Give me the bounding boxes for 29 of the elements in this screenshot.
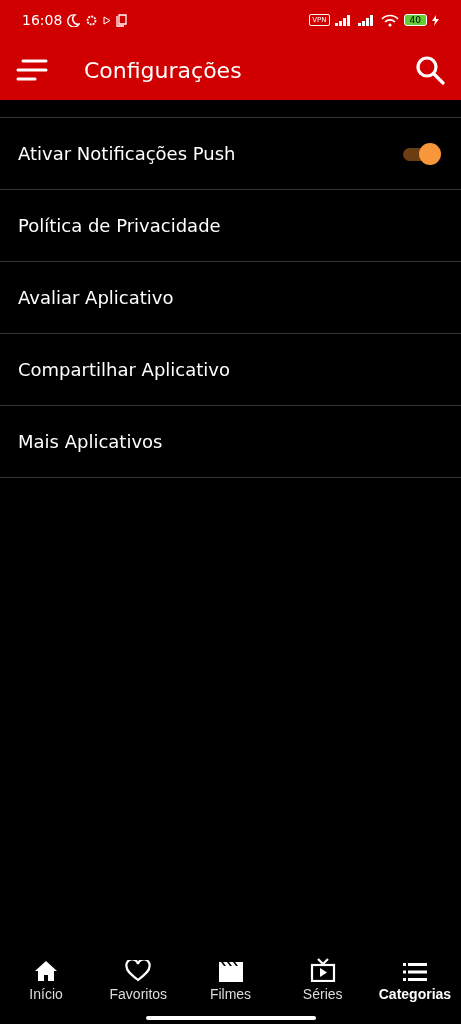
charging-icon — [432, 14, 439, 26]
gear-icon — [85, 13, 99, 27]
wifi-icon — [380, 13, 399, 27]
moon-icon — [67, 13, 81, 27]
nav-tab[interactable]: Filmes — [184, 944, 277, 1002]
nav-tab[interactable]: Início — [0, 944, 93, 1002]
heart-icon — [125, 960, 152, 982]
menu-button[interactable] — [16, 58, 48, 82]
settings-item[interactable]: Avaliar Aplicativo — [0, 262, 461, 334]
setting-label: Ativar Notificações Push — [18, 143, 237, 164]
battery-level: 40 — [403, 14, 427, 26]
tv-icon — [309, 958, 336, 982]
settings-item[interactable]: Política de Privacidade — [0, 190, 461, 262]
clapperboard-icon — [217, 960, 244, 982]
list-icon — [402, 962, 427, 982]
screen-title: Configurações — [84, 57, 243, 83]
home-icon — [34, 960, 59, 982]
signal-icon — [357, 14, 376, 26]
nav-tab[interactable]: Séries — [276, 944, 369, 1002]
settings-item[interactable]: Mais Aplicativos — [0, 406, 461, 478]
copy-icon — [116, 13, 128, 27]
play-icon — [103, 15, 112, 25]
settings-item[interactable]: Compartilhar Aplicativo — [0, 334, 461, 406]
search-button[interactable] — [415, 55, 445, 85]
nav-tab[interactable]: Categorias — [368, 944, 461, 1002]
nav-tab[interactable]: Favoritos — [92, 944, 185, 1002]
status-time: 16:08 — [22, 12, 63, 28]
signal-icon — [334, 14, 353, 26]
toggle-switch[interactable] — [403, 142, 441, 165]
